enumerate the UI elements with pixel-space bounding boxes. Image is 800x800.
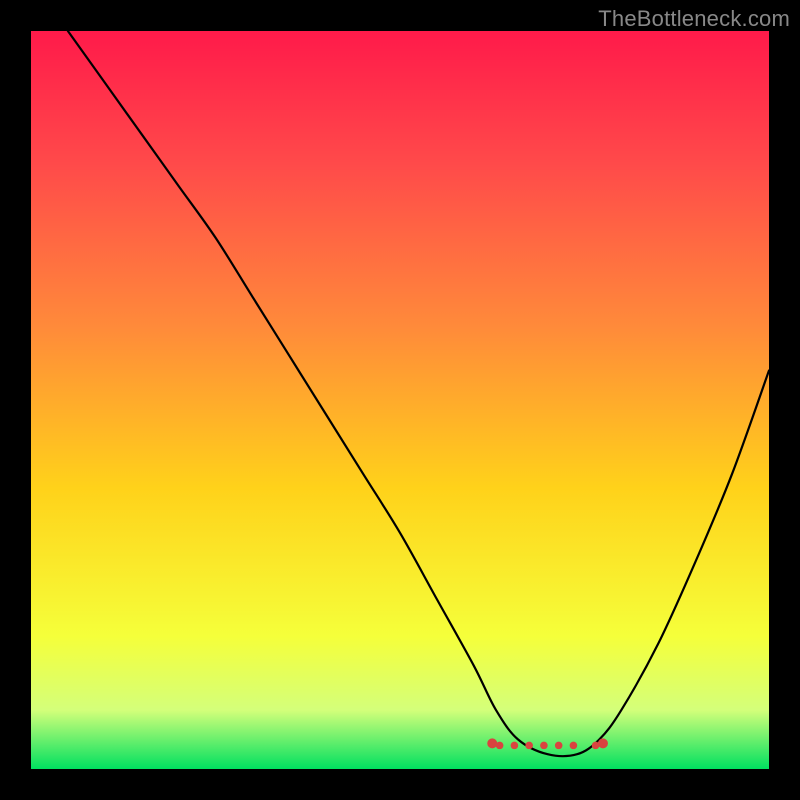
chart-container: TheBottleneck.com [0,0,800,800]
floor-dot-cap [598,738,608,748]
floor-dot [570,742,578,750]
gradient-background [31,31,769,769]
chart-svg [31,31,769,769]
floor-dot [525,742,533,750]
watermark-text: TheBottleneck.com [598,6,790,32]
floor-dot [540,742,548,750]
floor-dot [511,742,519,750]
floor-dot [555,742,563,750]
floor-dot-cap [487,738,497,748]
plot-area [31,31,769,769]
